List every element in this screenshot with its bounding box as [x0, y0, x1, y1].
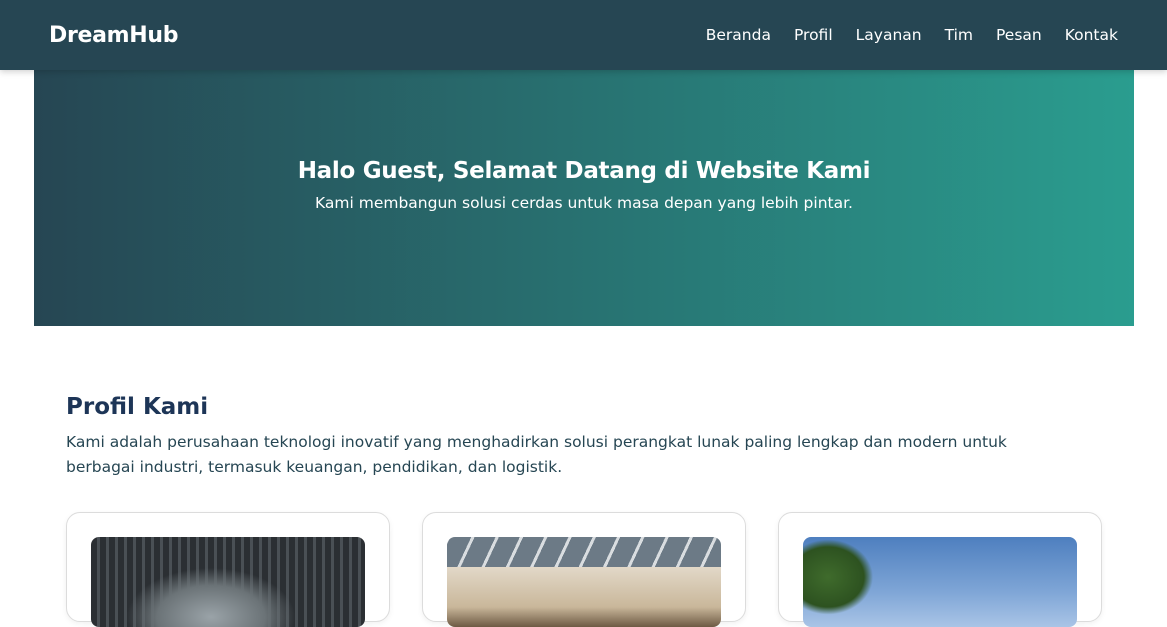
nav-link-pesan[interactable]: Pesan: [996, 26, 1042, 44]
hero-banner: Halo Guest, Selamat Datang di Website Ka…: [34, 70, 1134, 326]
navbar: DreamHub Beranda Profil Layanan Tim Pesa…: [0, 0, 1167, 70]
profile-card-2[interactable]: [422, 512, 746, 627]
nav-link-profil[interactable]: Profil: [794, 26, 833, 44]
hero-subtitle: Kami membangun solusi cerdas untuk masa …: [315, 194, 853, 212]
profile-card-3[interactable]: [778, 512, 1102, 627]
nav-links: Beranda Profil Layanan Tim Pesan Kontak: [683, 26, 1118, 44]
hero-title: Halo Guest, Selamat Datang di Website Ka…: [297, 158, 871, 184]
profile-title: Profil Kami: [66, 394, 209, 420]
profile-description: Kami adalah perusahaan teknologi inovati…: [66, 433, 1007, 476]
brand-logo[interactable]: DreamHub: [49, 23, 179, 48]
nav-link-beranda[interactable]: Beranda: [706, 26, 771, 44]
card-image-sky-trees: [803, 537, 1077, 627]
nav-link-kontak[interactable]: Kontak: [1065, 26, 1118, 44]
profile-section: Profil Kami Kami adalah perusahaan tekno…: [66, 394, 1106, 480]
profile-card-1[interactable]: [66, 512, 390, 627]
nav-link-tim[interactable]: Tim: [945, 26, 973, 44]
card-image-sphere-building: [91, 537, 365, 627]
nav-link-layanan[interactable]: Layanan: [856, 26, 922, 44]
card-image-glass-roof-building: [447, 537, 721, 627]
profile-cards: [66, 512, 1102, 627]
